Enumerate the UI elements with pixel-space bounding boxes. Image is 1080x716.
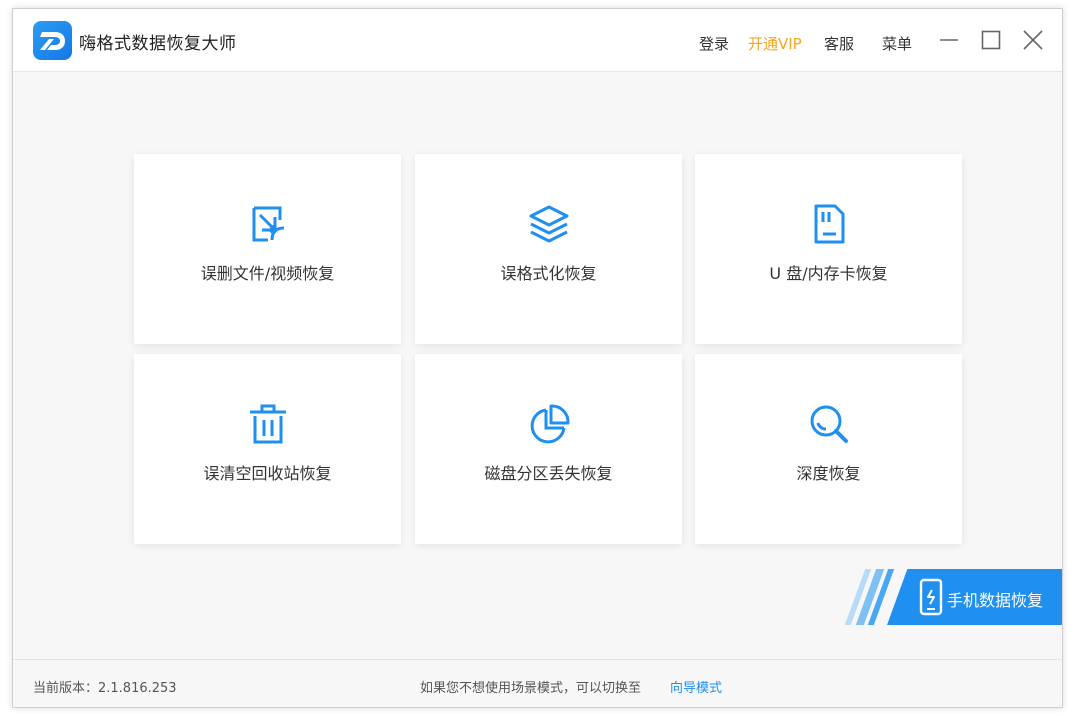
card-recycle-bin-recovery[interactable]: 误清空回收站恢复: [134, 354, 401, 544]
menu-link[interactable]: 菜单: [882, 33, 912, 54]
sd-card-icon: [814, 204, 844, 244]
app-title: 嗨格式数据恢复大师: [79, 34, 237, 54]
phone-recovery-button[interactable]: 手机数据恢复: [844, 569, 1062, 625]
login-link[interactable]: 登录: [699, 33, 729, 54]
card-format-recovery[interactable]: 误格式化恢复: [415, 154, 682, 344]
card-label: 磁盘分区丢失恢复: [484, 464, 613, 483]
vip-link[interactable]: 开通VIP: [748, 33, 802, 54]
app-window: 嗨格式数据恢复大师 登录 开通VIP 客服 菜单 误删文件/视频恢复 误格式化恢…: [12, 8, 1063, 708]
title-bar: 嗨格式数据恢复大师 登录 开通VIP 客服 菜单: [13, 9, 1062, 72]
mode-hint-text: 如果您不想使用场景模式，可以切换至: [420, 681, 642, 696]
card-label: 深度恢复: [796, 464, 861, 483]
maximize-icon: [981, 30, 1001, 50]
footer: 当前版本：2.1.816.253 如果您不想使用场景模式，可以切换至 向导模式: [13, 659, 1062, 707]
file-restore-icon: [252, 206, 284, 242]
card-label: U 盘/内存卡恢复: [769, 264, 888, 283]
minimize-icon: [940, 39, 958, 41]
close-button[interactable]: [1022, 29, 1044, 51]
card-deep-recovery[interactable]: 深度恢复: [695, 354, 962, 544]
card-label: 误清空回收站恢复: [203, 464, 332, 483]
card-partition-recovery[interactable]: 磁盘分区丢失恢复: [415, 354, 682, 544]
phone-recovery-label: 手机数据恢复: [947, 591, 1044, 610]
magnifier-icon: [810, 405, 848, 443]
card-label: 误删文件/视频恢复: [200, 264, 335, 283]
trash-icon: [249, 404, 286, 444]
close-icon: [1023, 30, 1043, 50]
card-usb-sd-recovery[interactable]: U 盘/内存卡恢复: [695, 154, 962, 344]
app-logo-icon: [33, 21, 72, 60]
version-text: 当前版本：2.1.816.253: [33, 681, 177, 696]
pie-chart-icon: [530, 404, 570, 444]
minimize-button[interactable]: [938, 29, 960, 51]
guide-mode-link[interactable]: 向导模式: [670, 677, 722, 696]
maximize-button[interactable]: [980, 29, 1002, 51]
card-label: 误格式化恢复: [500, 264, 597, 283]
phone-icon: [919, 578, 943, 616]
service-link[interactable]: 客服: [824, 33, 854, 54]
layers-icon: [529, 205, 568, 243]
card-deleted-file-recovery[interactable]: 误删文件/视频恢复: [134, 154, 401, 344]
